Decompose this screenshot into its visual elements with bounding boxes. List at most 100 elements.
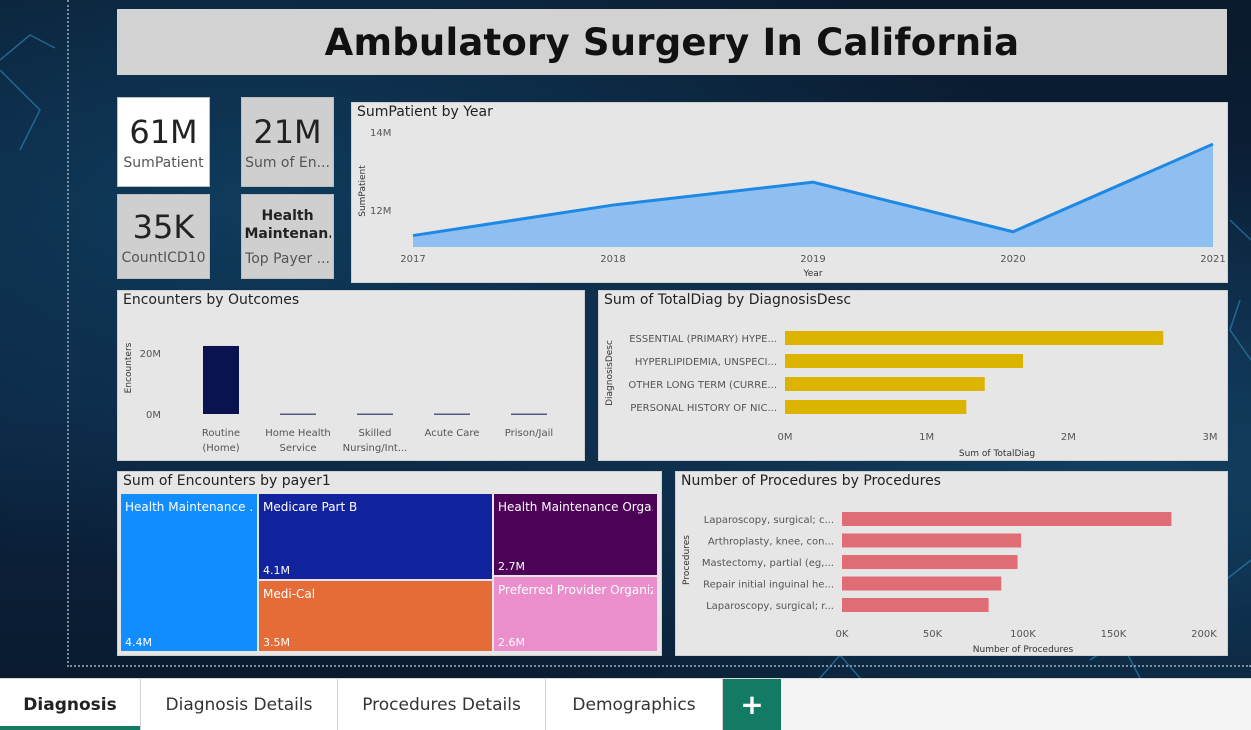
chart-procedures[interactable]: Number of Procedures by Procedures Lapar… (675, 471, 1228, 656)
divider-vertical (67, 0, 69, 667)
kpi-value: 21M (253, 113, 321, 151)
y-axis-title: SumPatient (358, 165, 368, 217)
y-axis-title: DiagnosisDesc (605, 340, 615, 406)
treemap-cell-label: Health Maintenance Orga... (498, 500, 653, 514)
kpi-label: Top Payer ... (245, 251, 330, 267)
bar (434, 414, 470, 415)
bar-chart-svg: Laparoscopy, surgical; c... Arthroplasty,… (676, 472, 1229, 657)
x-tick-label: Skilled (359, 428, 392, 439)
x-tick-label: 200K (1191, 629, 1217, 640)
x-tick-label: 50K (923, 629, 943, 640)
kpi-value: 61M (129, 113, 197, 151)
x-tick-label: Nursing/Int... (343, 443, 408, 454)
chart-encounters-by-outcomes[interactable]: Encounters by Outcomes Routine(Home)Home… (117, 290, 585, 461)
x-axis-title: Number of Procedures (973, 645, 1074, 655)
bar (785, 354, 1023, 368)
y-tick-label: Laparoscopy, surgical; r... (706, 601, 834, 612)
tab-diagnosis[interactable]: Diagnosis (0, 679, 141, 730)
y-tick-label: 0M (146, 410, 161, 421)
bar (842, 555, 1018, 569)
tab-diagnosis-details[interactable]: Diagnosis Details (141, 679, 338, 730)
kpi-card-top-payer[interactable]: Health Maintenan... Top Payer ... (241, 194, 334, 279)
bar (785, 331, 1163, 345)
x-tick-label: Routine (202, 428, 240, 439)
treemap-cell-value: 4.1M (263, 564, 290, 577)
x-tick-label: 150K (1101, 629, 1127, 640)
x-tick-label: Prison/Jail (505, 428, 553, 439)
bar (842, 577, 1001, 591)
kpi-card-sum-patient[interactable]: 61M SumPatient (117, 97, 210, 187)
y-tick-label: 12M (370, 206, 391, 217)
kpi-card-sum-encounters[interactable]: 21M Sum of En... (241, 97, 334, 187)
bar-chart-svg: ESSENTIAL (PRIMARY) HYPE... HYPERLIPIDEMI… (599, 291, 1229, 462)
x-tick-label: Service (280, 443, 317, 454)
x-tick-label: (Home) (202, 443, 239, 454)
tab-demographics[interactable]: Demographics (546, 679, 723, 730)
tab-procedures-details[interactable]: Procedures Details (338, 679, 546, 730)
treemap-cell-label: Preferred Provider Organiz... (498, 583, 653, 597)
bar (357, 414, 393, 415)
treemap-cell-label: Medi-Cal (263, 587, 488, 601)
x-tick-label: 3M (1203, 432, 1218, 443)
bar (785, 400, 966, 414)
x-tick-label: 2019 (800, 254, 825, 265)
y-tick-label: 14M (370, 128, 391, 139)
treemap-cell-value: 2.7M (498, 560, 525, 573)
x-tick-label: Acute Care (425, 428, 480, 439)
treemap-cell-label: Health Maintenance ... (125, 500, 253, 514)
y-tick-label: PERSONAL HISTORY OF NIC... (630, 403, 777, 414)
chart-title: Sum of Encounters by payer1 (123, 473, 331, 489)
kpi-card-count-icd10[interactable]: 35K CountICD10 (117, 194, 210, 279)
kpi-value: 35K (133, 208, 195, 246)
x-tick-label: 100K (1010, 629, 1036, 640)
y-tick-label: HYPERLIPIDEMIA, UNSPECI... (635, 357, 777, 368)
page-tabs: Diagnosis Diagnosis Details Procedures D… (0, 678, 1251, 730)
treemap-cell-value: 2.6M (498, 636, 525, 649)
kpi-value-line1: Health (261, 207, 313, 225)
bar (280, 414, 316, 415)
bar (842, 598, 989, 612)
treemap-cell[interactable]: Preferred Provider Organiz... 2.6M (493, 576, 658, 652)
bar (842, 534, 1021, 548)
bar (785, 377, 985, 391)
treemap-cell[interactable]: Health Maintenance Orga... 2.7M (493, 493, 658, 576)
y-tick-label: Mastectomy, partial (eg,... (702, 558, 834, 569)
report-title: Ambulatory Surgery In California (325, 21, 1020, 64)
kpi-label: SumPatient (123, 155, 203, 171)
y-tick-label: OTHER LONG TERM (CURRE... (628, 380, 777, 391)
x-tick-label: 2017 (400, 254, 425, 265)
x-axis-title: Sum of TotalDiag (959, 449, 1035, 459)
chart-sumpatient-by-year[interactable]: SumPatient by Year 14M12M201720182019202… (351, 102, 1228, 283)
treemap-cell[interactable]: Health Maintenance ... 4.4M (120, 493, 258, 652)
x-tick-label: Home Health (265, 428, 331, 439)
divider-horizontal (67, 665, 1251, 667)
treemap-cell[interactable]: Medi-Cal3.5M (258, 580, 493, 652)
x-axis-title: Year (802, 269, 822, 279)
kpi-label: CountICD10 (121, 250, 205, 266)
add-page-button[interactable]: + (723, 679, 781, 730)
treemap-cell-value: 4.4M (125, 636, 152, 649)
bar (203, 346, 239, 414)
x-tick-label: 0M (778, 432, 793, 443)
x-tick-label: 2M (1061, 432, 1076, 443)
y-tick-label: ESSENTIAL (PRIMARY) HYPE... (629, 334, 777, 345)
treemap-cell[interactable]: Medicare Part B 4.1M (258, 493, 493, 580)
x-tick-label: 2020 (1000, 254, 1025, 265)
column-chart-svg: Routine (Home) Home Health Service Skilled Nu… (118, 291, 586, 462)
y-axis-title: Procedures (682, 535, 692, 585)
x-tick-label: 1M (919, 432, 934, 443)
kpi-value-line2: Maintenan... (245, 225, 331, 243)
bar (511, 414, 547, 415)
x-tick-label: 2018 (600, 254, 625, 265)
report-title-bar: Ambulatory Surgery In California (117, 9, 1227, 75)
kpi-label: Sum of En... (245, 155, 330, 171)
x-tick-label: 2021 (1200, 254, 1225, 265)
x-tick-label: 0K (836, 629, 849, 640)
y-tick-label: Arthroplasty, knee, con... (708, 537, 834, 548)
y-tick-label: Laparoscopy, surgical; c... (704, 515, 834, 526)
treemap-cell-label: Medicare Part B (263, 500, 488, 514)
chart-totaldiag-by-diagnosis[interactable]: Sum of TotalDiag by DiagnosisDesc ESSENT… (598, 290, 1228, 461)
chart-encounters-by-payer[interactable]: Sum of Encounters by payer1 Health Maint… (117, 471, 662, 656)
bar (842, 512, 1171, 526)
y-tick-label: Repair initial inguinal he... (703, 580, 834, 591)
